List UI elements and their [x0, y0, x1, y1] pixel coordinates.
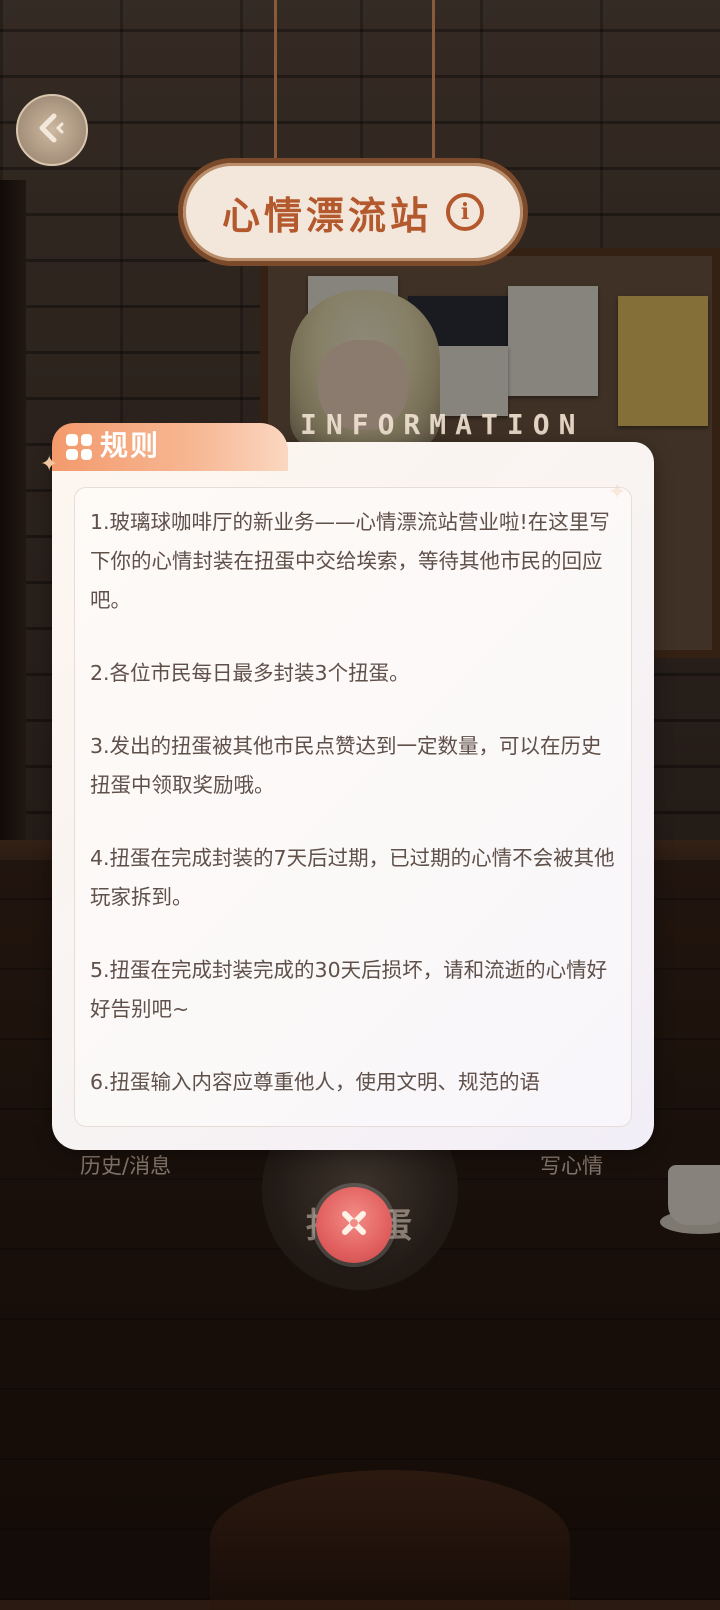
close-button[interactable]	[316, 1187, 392, 1263]
back-arrow-icon	[32, 108, 72, 152]
rule-item: 3.发出的扭蛋被其他市民点赞达到一定数量，可以在历史扭蛋中领取奖励哦。	[90, 734, 602, 797]
rule-item: 1.玻璃球咖啡厅的新业务——心情漂流站营业啦!在这里写下你的心情封装在扭蛋中交给…	[90, 510, 610, 612]
station-title-sign: 心情漂流站 i	[178, 158, 528, 266]
close-x-icon	[337, 1206, 371, 1244]
sign-rope	[274, 0, 277, 160]
history-messages-button[interactable]: 历史/消息	[80, 1150, 171, 1180]
rule-item: 5.扭蛋在完成封装完成的30天后损坏，请和流逝的心情好好告别吧~	[90, 958, 608, 1021]
page-title: 心情漂流站	[221, 193, 432, 238]
sparkle-icon: ✦	[40, 452, 59, 477]
information-banner: INFORMATION	[300, 408, 585, 441]
rule-item: 6.扭蛋输入内容应尊重他人，使用文明、规范的语	[90, 1070, 541, 1094]
rules-title: 规则	[100, 429, 161, 462]
rules-content-frame[interactable]: 1.玻璃球咖啡厅的新业务——心情漂流站营业啦!在这里写下你的心情封装在扭蛋中交给…	[74, 487, 632, 1127]
write-mood-button[interactable]: 写心情	[540, 1150, 603, 1180]
rule-item: 2.各位市民每日最多封装3个扭蛋。	[90, 661, 410, 685]
rules-list: 1.玻璃球咖啡厅的新业务——心情漂流站营业啦!在这里写下你的心情封装在扭蛋中交给…	[90, 503, 620, 1126]
back-button[interactable]	[16, 94, 88, 166]
rule-item: 4.扭蛋在完成封装的7天后过期，已过期的心情不会被其他玩家拆到。	[90, 846, 615, 909]
four-squares-icon	[66, 434, 92, 460]
info-icon[interactable]: i	[446, 193, 484, 231]
sign-rope	[432, 0, 435, 160]
